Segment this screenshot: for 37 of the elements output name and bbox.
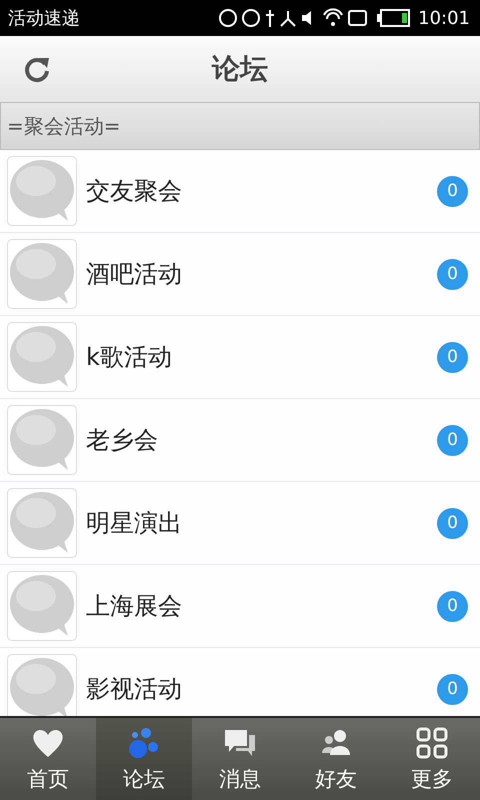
count-badge: 0 <box>437 508 468 538</box>
speech-bubble-icon <box>7 405 77 475</box>
speech-bubble-icon <box>7 488 77 558</box>
page-title: 论坛 <box>212 51 268 87</box>
battery-icon <box>376 9 410 27</box>
speech-bubble-icon <box>7 571 77 641</box>
count-badge: 0 <box>437 258 468 290</box>
tab-label: 更多 <box>411 766 453 793</box>
speech-bubble-icon <box>7 239 77 309</box>
forum-name: 上海展会 <box>86 591 183 622</box>
tab[interactable]: 消息 <box>192 718 288 800</box>
count-badge: 0 <box>437 176 468 206</box>
section-title: =聚会活动= <box>7 112 121 140</box>
forum-name: 酒吧活动 <box>86 259 183 290</box>
tab-label: 好友 <box>315 766 357 793</box>
tab[interactable]: 好友 <box>288 718 384 800</box>
forum-name: k歌活动 <box>86 342 173 373</box>
clock: 10:01 <box>418 8 470 28</box>
count-badge: 0 <box>437 674 468 704</box>
tab[interactable]: 更多 <box>384 718 480 800</box>
speech-bubble-icon <box>7 156 77 226</box>
count-badge: 0 <box>437 342 468 372</box>
tab-label: 论坛 <box>123 766 165 793</box>
app-name: 活动速递 <box>8 7 80 30</box>
grid-icon <box>414 725 450 761</box>
count-badge: 0 <box>437 590 468 622</box>
speech-bubble-icon <box>7 654 77 716</box>
speech-bubble-icon <box>7 322 77 392</box>
forum-name: 影视活动 <box>86 674 183 705</box>
tab[interactable]: 论坛 <box>96 718 192 800</box>
forum-name: 明星演出 <box>86 508 183 539</box>
tab-label: 消息 <box>219 766 261 793</box>
tab[interactable]: 首页 <box>0 718 96 800</box>
tab-label: 首页 <box>27 766 69 793</box>
count-badge: 0 <box>437 424 468 456</box>
forum-name: 老乡会 <box>86 425 159 456</box>
forum-name: 交友聚会 <box>86 176 183 207</box>
